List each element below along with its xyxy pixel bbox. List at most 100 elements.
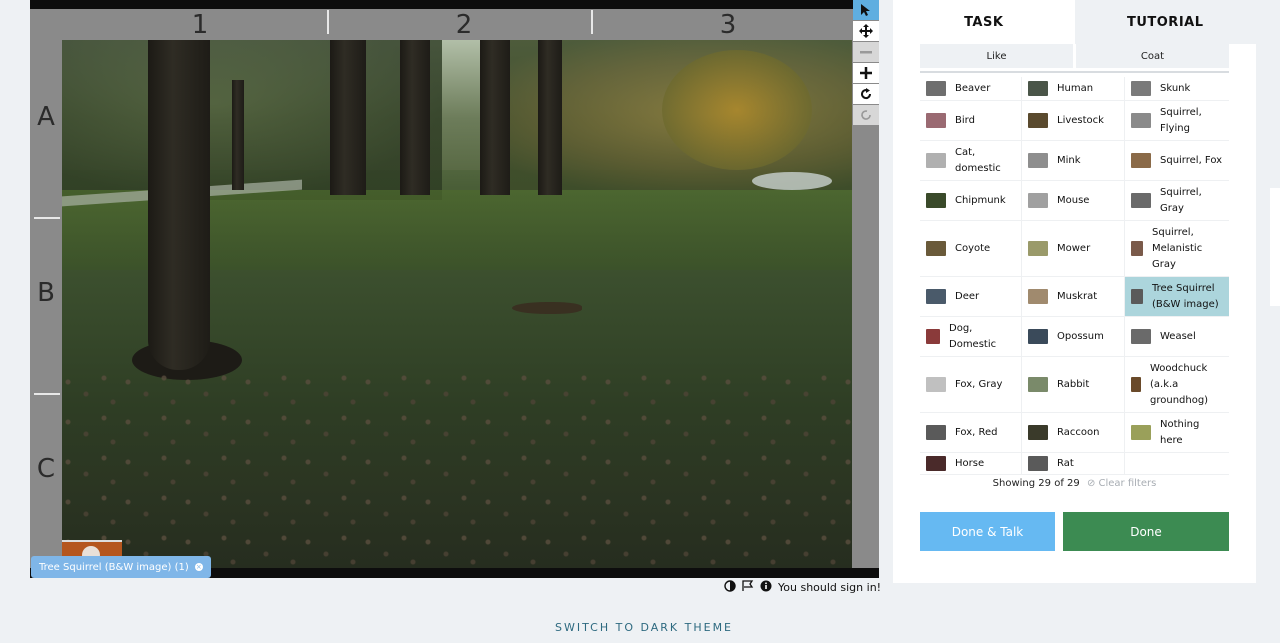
species-squirrel-flying[interactable]: Squirrel, Flying bbox=[1125, 101, 1229, 141]
species-label: Cat, domestic bbox=[955, 146, 1001, 174]
rotate-icon[interactable] bbox=[853, 84, 879, 104]
species-label: Raccoon bbox=[1057, 426, 1100, 438]
info-icon[interactable] bbox=[760, 580, 772, 595]
species-rabbit[interactable]: Rabbit bbox=[1022, 357, 1125, 413]
species-mink[interactable]: Mink bbox=[1022, 141, 1125, 181]
species-coyote[interactable]: Coyote bbox=[920, 221, 1022, 277]
photo-tree-trunk bbox=[148, 40, 210, 370]
species-thumbnail bbox=[1131, 193, 1151, 208]
annotation-tag-chip[interactable]: Tree Squirrel (B&W image) (1) × bbox=[31, 556, 211, 578]
species-fox-gray[interactable]: Fox, Gray bbox=[920, 357, 1022, 413]
species-label: Chipmunk bbox=[955, 194, 1006, 206]
done-button[interactable]: Done bbox=[1063, 512, 1229, 551]
species-dog-domestic[interactable]: Dog, Domestic bbox=[920, 317, 1022, 357]
clear-filters-label: Clear filters bbox=[1098, 478, 1157, 489]
species-label: Rabbit bbox=[1057, 378, 1090, 390]
species-label: Fox, Gray bbox=[955, 378, 1003, 390]
species-squirrel-gray[interactable]: Squirrel, Gray bbox=[1125, 181, 1229, 221]
species-weasel[interactable]: Weasel bbox=[1125, 317, 1229, 357]
move-icon[interactable] bbox=[853, 21, 879, 41]
species-label: Beaver bbox=[955, 82, 991, 94]
task-panel: TASK TUTORIAL Like Coat Beaver Human Sku… bbox=[893, 0, 1256, 583]
species-human[interactable]: Human bbox=[1022, 77, 1125, 101]
species-woodchuck[interactable]: Woodchuck (a.k.a groundhog) bbox=[1125, 357, 1229, 413]
species-label: Skunk bbox=[1160, 82, 1191, 94]
species-tree-squirrel-bw[interactable]: Tree Squirrel (B&W image) bbox=[1125, 277, 1229, 317]
species-label: Squirrel, Melanistic Gray bbox=[1152, 226, 1203, 270]
species-thumbnail bbox=[926, 113, 946, 128]
species-label: Weasel bbox=[1160, 330, 1196, 342]
species-thumbnail bbox=[926, 81, 946, 96]
species-raccoon[interactable]: Raccoon bbox=[1022, 413, 1125, 453]
grid-column-label: 2 bbox=[455, 10, 473, 40]
species-fox-red[interactable]: Fox, Red bbox=[920, 413, 1022, 453]
clear-filters-link[interactable]: ⊘ Clear filters bbox=[1087, 478, 1156, 489]
switch-theme-link[interactable]: SWITCH TO DARK THEME bbox=[0, 621, 1280, 634]
tab-tutorial[interactable]: TUTORIAL bbox=[1074, 0, 1256, 44]
species-thumbnail bbox=[1028, 241, 1048, 256]
photo-squirrel bbox=[512, 302, 582, 314]
subject-viewer[interactable]: 1 2 3 A B C bbox=[30, 0, 879, 578]
photo-tree-trunk bbox=[400, 40, 430, 195]
grid-column-divider bbox=[591, 10, 593, 34]
species-label: Deer bbox=[955, 290, 980, 302]
pointer-icon[interactable] bbox=[853, 0, 879, 20]
species-nothing-here[interactable]: Nothing here bbox=[1125, 413, 1229, 453]
species-thumbnail bbox=[1028, 456, 1048, 471]
species-label: Rat bbox=[1057, 457, 1074, 469]
camera-trap-photo[interactable] bbox=[62, 40, 852, 568]
photo-tree-trunk bbox=[232, 80, 244, 190]
photo-tree-trunk bbox=[538, 40, 562, 195]
photo-foliage bbox=[62, 40, 442, 200]
species-deer[interactable]: Deer bbox=[920, 277, 1022, 317]
species-rat[interactable]: Rat bbox=[1022, 453, 1125, 475]
photo-autumn-tree bbox=[662, 50, 812, 170]
filter-like[interactable]: Like bbox=[920, 44, 1073, 68]
filter-divider bbox=[920, 71, 1229, 73]
species-thumbnail bbox=[1028, 113, 1048, 128]
grid-row-label: A bbox=[37, 102, 55, 132]
species-mower[interactable]: Mower bbox=[1022, 221, 1125, 277]
remove-tag-icon[interactable]: × bbox=[194, 563, 203, 571]
species-label: Coyote bbox=[955, 242, 991, 254]
sign-in-prompt[interactable]: You should sign in! bbox=[778, 581, 881, 594]
species-opossum[interactable]: Opossum bbox=[1022, 317, 1125, 357]
species-label: Dog, Domestic bbox=[949, 322, 997, 350]
tab-task[interactable]: TASK bbox=[893, 0, 1075, 44]
flag-icon[interactable] bbox=[742, 580, 754, 595]
species-grid: Beaver Human Skunk Bird Livestock Squirr… bbox=[920, 77, 1229, 475]
done-and-talk-button[interactable]: Done & Talk bbox=[920, 512, 1055, 551]
species-thumbnail bbox=[1131, 241, 1143, 256]
filter-bar: Like Coat bbox=[920, 44, 1229, 68]
species-label: Tree Squirrel (B&W image) bbox=[1152, 282, 1219, 310]
zoom-in-icon[interactable] bbox=[853, 63, 879, 83]
species-livestock[interactable]: Livestock bbox=[1022, 101, 1125, 141]
species-thumbnail bbox=[926, 456, 946, 471]
species-horse[interactable]: Horse bbox=[920, 453, 1022, 475]
subject-meta-bar: You should sign in! bbox=[724, 580, 881, 595]
species-cat-domestic[interactable]: Cat, domestic bbox=[920, 141, 1022, 181]
filter-coat[interactable]: Coat bbox=[1076, 44, 1229, 68]
species-thumbnail bbox=[1131, 377, 1141, 392]
grid-column-divider bbox=[327, 10, 329, 34]
contrast-icon[interactable] bbox=[724, 580, 736, 595]
species-label: Horse bbox=[955, 457, 985, 469]
zoom-out-icon[interactable] bbox=[853, 42, 879, 62]
species-muskrat[interactable]: Muskrat bbox=[1022, 277, 1125, 317]
species-squirrel-fox[interactable]: Squirrel, Fox bbox=[1125, 141, 1229, 181]
species-bird[interactable]: Bird bbox=[920, 101, 1022, 141]
species-mouse[interactable]: Mouse bbox=[1022, 181, 1125, 221]
reset-icon[interactable] bbox=[853, 105, 879, 125]
results-count-text: Showing 29 of 29 bbox=[992, 478, 1080, 489]
species-thumbnail bbox=[1131, 329, 1151, 344]
species-beaver[interactable]: Beaver bbox=[920, 77, 1022, 101]
side-edge-panel bbox=[1270, 188, 1280, 306]
grid-column-label: 1 bbox=[191, 10, 209, 40]
species-skunk[interactable]: Skunk bbox=[1125, 77, 1229, 101]
grid-row-divider bbox=[34, 393, 60, 395]
species-grid-empty bbox=[1125, 453, 1229, 475]
species-chipmunk[interactable]: Chipmunk bbox=[920, 181, 1022, 221]
grid-column-label: 3 bbox=[719, 10, 737, 40]
species-label: Bird bbox=[955, 114, 975, 126]
species-squirrel-melanistic-gray[interactable]: Squirrel, Melanistic Gray bbox=[1125, 221, 1229, 277]
